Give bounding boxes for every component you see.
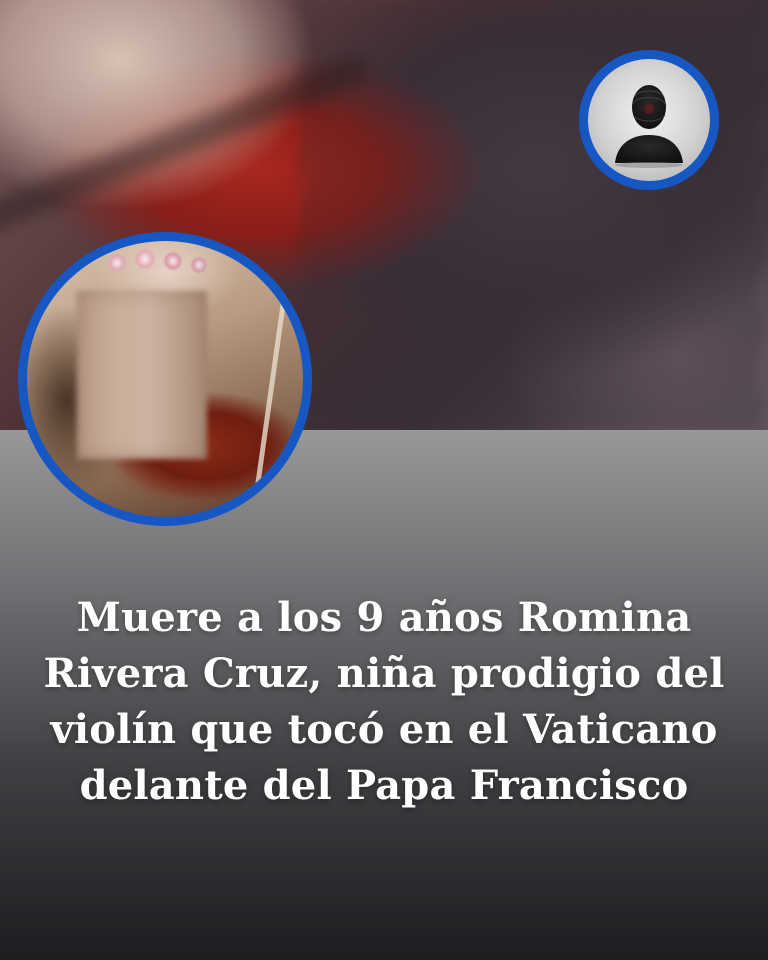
violinist-photo-circle: [18, 232, 312, 526]
headline-line-4: delante del Papa Francisco: [79, 762, 689, 809]
anonymous-avatar-circle: [579, 50, 719, 190]
flower-crown: [97, 247, 217, 277]
headline: Muere a los 9 años Romina Rivera Cruz, n…: [0, 590, 768, 814]
headline-line-3: violín que tocó en el Vaticano: [50, 706, 718, 753]
blurred-face: [77, 291, 207, 459]
headline-line-2: Rivera Cruz, niña prodigio del: [43, 650, 725, 697]
headline-line-1: Muere a los 9 años Romina: [76, 594, 692, 641]
anonymous-person-silhouette-icon: [615, 85, 683, 168]
